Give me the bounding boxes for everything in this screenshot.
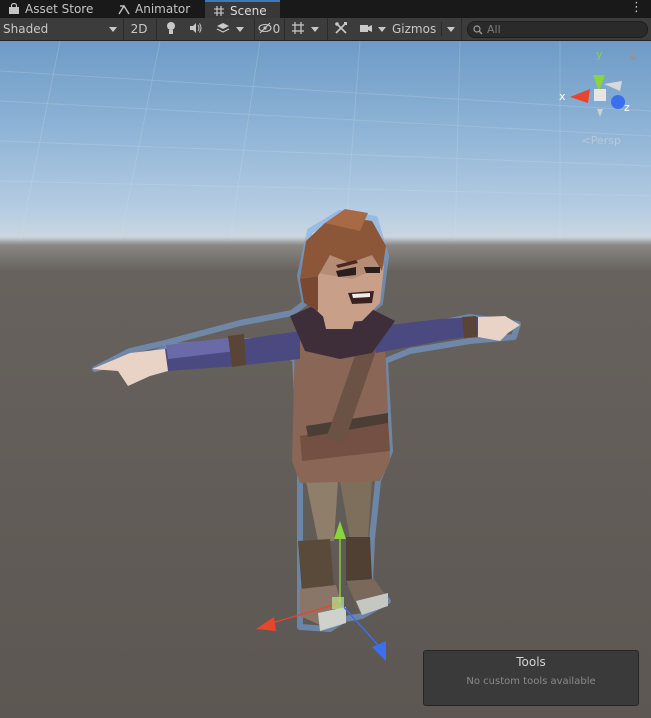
effects-dropdown[interactable] xyxy=(210,20,250,38)
chevron-down-icon xyxy=(447,26,455,32)
draw-mode-dropdown[interactable]: Shaded xyxy=(3,20,119,38)
sky-grid xyxy=(0,41,651,242)
shopping-bag-icon xyxy=(8,2,20,15)
chevron-down-icon xyxy=(236,26,244,32)
search-placeholder: All xyxy=(487,23,501,36)
chevron-down-icon xyxy=(311,26,319,32)
eye-hidden-icon xyxy=(258,22,272,37)
animator-icon xyxy=(118,3,130,15)
toggle-2d-button[interactable]: 2D xyxy=(127,20,151,38)
chevron-down-icon xyxy=(377,26,386,32)
search-icon xyxy=(473,24,483,35)
scene-viewport[interactable]: y x z <Persp Tools No custom tools avail… xyxy=(0,41,651,718)
grid-snap-icon xyxy=(291,21,305,38)
grid-dropdown[interactable] xyxy=(287,20,323,38)
draw-mode-label: Shaded xyxy=(3,22,49,36)
tools-overlay-title: Tools xyxy=(516,655,546,669)
grid-icon xyxy=(213,5,225,17)
toggle-2d-label: 2D xyxy=(130,22,148,36)
tools-overlay: Tools No custom tools available xyxy=(423,650,639,706)
tab-label: Animator xyxy=(135,2,191,16)
axis-label-z: z xyxy=(624,101,630,114)
camera-dropdown[interactable] xyxy=(355,20,389,38)
scene-toolbar: Shaded 2D 0 Gizmos All xyxy=(0,18,651,41)
tab-bar: Asset Store Animator Scene ⋮ xyxy=(0,0,651,19)
gizmos-label: Gizmos xyxy=(392,22,437,36)
speaker-icon xyxy=(189,22,203,37)
layers-icon xyxy=(216,22,230,37)
axis-label-x: x xyxy=(559,90,566,103)
more-menu-icon[interactable]: ⋮ xyxy=(630,1,643,15)
tab-label: Scene xyxy=(230,3,267,18)
lighting-toggle[interactable] xyxy=(160,20,182,38)
projection-label: Persp xyxy=(590,134,621,147)
tab-asset-store[interactable]: Asset Store xyxy=(0,0,102,18)
tab-animator[interactable]: Animator xyxy=(110,0,202,18)
hidden-count: 0 xyxy=(272,22,281,36)
tab-label: Asset Store xyxy=(25,2,94,16)
projection-toggle[interactable]: <Persp xyxy=(582,134,621,147)
lightbulb-icon xyxy=(165,21,177,38)
search-input[interactable]: All xyxy=(467,21,648,38)
crossed-tools-icon xyxy=(334,21,348,38)
chevron-left-icon: < xyxy=(581,134,591,147)
gizmos-dropdown[interactable]: Gizmos xyxy=(390,20,457,38)
camera-icon xyxy=(359,22,373,37)
tab-scene[interactable]: Scene xyxy=(205,0,280,19)
scene-canvas: y x z xyxy=(0,41,651,661)
character-model[interactable] xyxy=(92,209,521,632)
hidden-objects-toggle[interactable]: 0 xyxy=(256,20,282,38)
audio-toggle[interactable] xyxy=(185,20,207,38)
tools-toggle[interactable] xyxy=(330,20,352,38)
axis-label-y: y xyxy=(596,48,603,61)
chevron-down-icon xyxy=(109,26,117,32)
tools-overlay-message: No custom tools available xyxy=(466,676,596,687)
